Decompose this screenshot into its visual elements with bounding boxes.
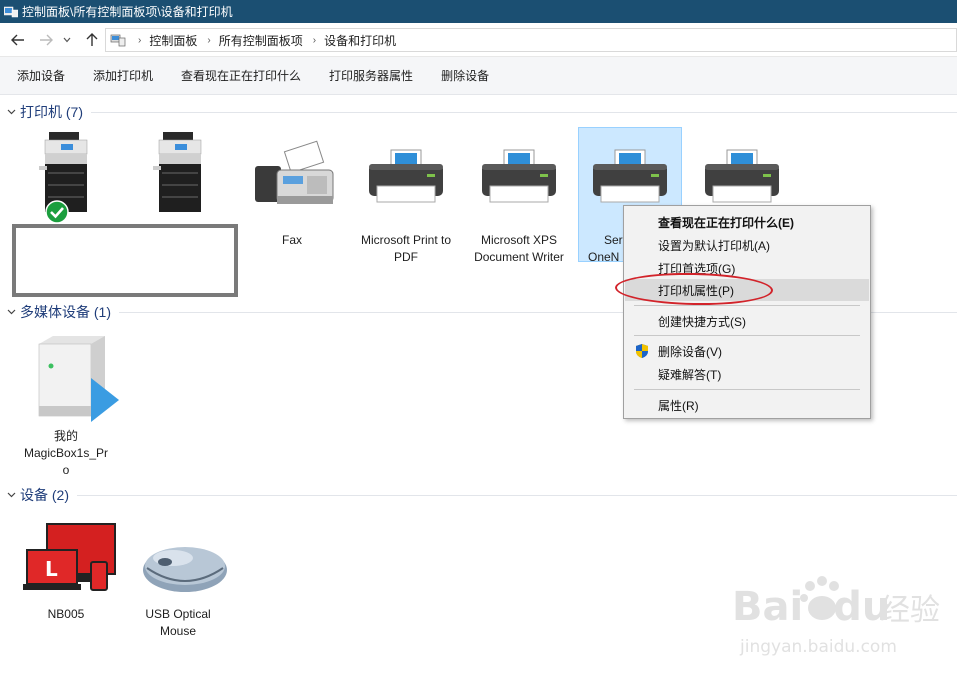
device-label-line: 我的 [53,429,78,443]
chevron-down-icon [4,490,18,501]
arrow-right-icon [40,34,53,46]
control-panel-icon [4,6,18,17]
menu-item-see-printing[interactable]: 查看现在正在打印什么(E) [625,211,869,233]
address-bar: › 控制面板 › 所有控制面板项 › 设备和打印机 [0,23,957,57]
chevron-down-icon [4,107,18,118]
watermark-brand: Bai [732,584,803,630]
device-label-line: OneN [588,250,620,264]
device-label: Microsoft Print to PDF [360,233,452,264]
device-label: Microsoft XPS Document Writer [474,233,564,264]
computer-icon: L [21,516,116,596]
control-panel-icon [110,34,126,47]
breadcrumb-control-panel[interactable]: 控制面板 [149,32,197,49]
group-divider [91,111,957,113]
back-button[interactable] [8,30,28,50]
printer-icon [474,136,564,216]
printer-item-default[interactable] [14,126,118,224]
add-printer-button[interactable]: 添加打印机 [83,64,163,88]
group-title: 设备 (2) [20,487,69,503]
forward-button[interactable] [36,30,56,50]
menu-item-create-shortcut[interactable]: 创建快捷方式(S) [625,310,869,332]
title-bar: 控制面板\所有控制面板项\设备和打印机 [0,0,957,23]
printer-item-copier[interactable] [128,126,232,216]
device-label-line: MagicBox1s_Pr [23,446,109,460]
menu-separator [634,389,860,390]
chevron-down-icon [4,307,18,318]
printer-icon [585,136,675,216]
menu-separator [634,305,860,306]
group-divider [77,494,957,496]
chevron-down-icon [63,37,71,43]
fax-icon [247,136,337,216]
redaction-box [12,224,238,297]
printer-item-ms-xps[interactable]: Microsoft XPS Document Writer [467,136,571,266]
breadcrumb-separator-icon[interactable]: › [313,35,316,46]
copier-icon [135,126,225,216]
device-item-nb005[interactable]: L NB005 [14,516,118,623]
default-check-icon [45,200,69,224]
window-title: 控制面板\所有控制面板项\设备和打印机 [22,5,233,19]
watermark-cn: 经验 [880,593,940,628]
shield-icon [636,344,648,358]
remove-device-button[interactable]: 删除设备 [431,64,499,88]
see-printing-button[interactable]: 查看现在正在打印什么 [171,64,311,88]
arrow-up-icon [86,33,98,46]
command-bar: 添加设备 添加打印机 查看现在正在打印什么 打印服务器属性 删除设备 [0,57,957,95]
recent-locations-button[interactable] [61,30,73,50]
address-field[interactable]: › 控制面板 › 所有控制面板项 › 设备和打印机 [105,28,957,52]
add-device-button[interactable]: 添加设备 [7,64,75,88]
device-label: USB Optical Mouse [145,607,211,638]
printer-item-ms-print-pdf[interactable]: Microsoft Print to PDF [354,136,458,266]
menu-separator [634,335,860,336]
mouse-icon [133,516,227,596]
media-device-magicbox[interactable]: 我的 MagicBox1s_Pr o [14,330,119,479]
group-header-devices[interactable]: 设备 (2) [4,485,957,505]
up-button[interactable] [82,30,102,50]
breadcrumb-separator-icon[interactable]: › [207,35,210,46]
device-label-line: o [62,463,70,477]
device-item-usb-mouse[interactable]: USB Optical Mouse [126,516,230,640]
group-header-printers[interactable]: 打印机 (7) [4,102,957,122]
device-label: 我的 MagicBox1s_Pr o [14,428,118,479]
printer-item-fax[interactable]: Fax [240,136,344,249]
device-label: Fax [281,233,302,247]
group-title: 打印机 (7) [20,104,83,120]
printer-item-generic[interactable] [690,136,794,216]
menu-item-properties[interactable]: 属性(R) [625,394,869,416]
printer-icon [361,136,451,216]
svg-text:L: L [45,557,58,581]
device-label-line: Ser [604,233,623,247]
breadcrumb-devices-printers[interactable]: 设备和打印机 [324,32,396,49]
breadcrumb-all-items[interactable]: 所有控制面板项 [219,32,303,49]
media-server-icon [21,330,119,424]
device-label: NB005 [47,607,85,621]
arrow-left-icon [11,34,24,46]
baidu-watermark: Bai du 经验 jingyan.baidu.com [730,572,950,662]
copier-icon [21,126,111,224]
context-menu: 查看现在正在打印什么(E) 设置为默认打印机(A) 打印首选项(G) 打印机属性… [623,205,871,419]
printer-icon [697,136,787,216]
menu-item-troubleshoot[interactable]: 疑难解答(T) [625,363,869,385]
print-server-properties-button[interactable]: 打印服务器属性 [319,64,423,88]
menu-item-set-default[interactable]: 设置为默认打印机(A) [625,234,869,256]
group-title: 多媒体设备 (1) [20,304,111,320]
menu-item-remove-device[interactable]: 删除设备(V) [625,340,869,362]
watermark-url: jingyan.baidu.com [739,637,897,657]
breadcrumb-separator-icon[interactable]: › [138,35,141,46]
